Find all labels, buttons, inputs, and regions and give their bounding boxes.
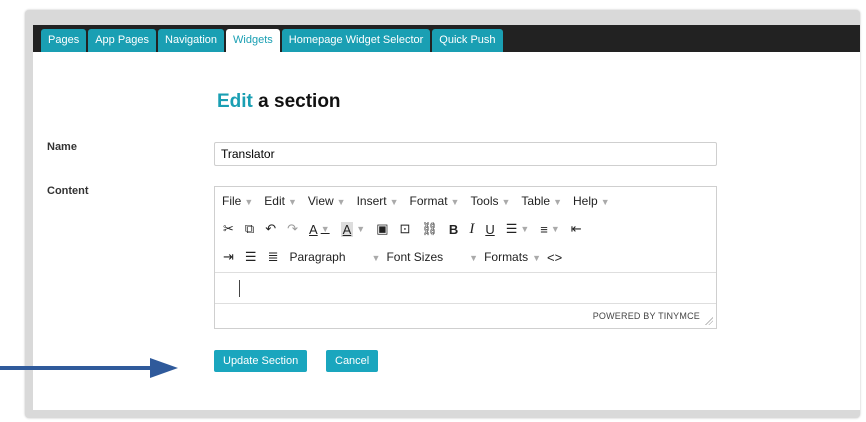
tab-navigation[interactable]: Navigation [158,29,225,52]
paragraph-select-label: Paragraph [289,250,346,264]
tab-quick-push[interactable]: Quick Push [432,29,503,52]
tab-app-pages[interactable]: App Pages [88,29,157,52]
editor-toolbar-row-1: ✂ ⧉ ↶ ↷ A ▼ A ▼ ▣ ⊡ ⛓ B I U ☰ ▼ ≡ ▼ ⇤ [215,215,716,243]
bullet-list-icon[interactable]: ☰ ▼ [506,221,530,237]
menu-format-label: Format [409,194,448,208]
menu-table[interactable]: Table ▼ [521,194,562,208]
menu-insert[interactable]: Insert ▼ [357,194,399,208]
formats-select-label: Formats [484,250,529,264]
font-sizes-select[interactable]: Font Sizes ▼ [386,250,478,264]
chevron-down-icon: ▼ [244,197,254,207]
italic-button[interactable]: I [469,221,474,238]
menu-tools-label: Tools [470,194,499,208]
bold-button[interactable]: B [449,222,458,237]
numbered-list-icon[interactable]: ≡ ▼ [540,222,560,237]
copy-icon[interactable]: ⧉ [245,221,254,237]
rich-text-editor: File ▼ Edit ▼ View ▼ Insert ▼ Format ▼ Tools ▼… [214,186,717,329]
editor-menubar: File ▼ Edit ▼ View ▼ Insert ▼ Format ▼ Tools ▼… [215,187,716,215]
name-input[interactable] [214,142,717,166]
menu-edit[interactable]: Edit ▼ [264,194,297,208]
tab-widgets[interactable]: Widgets [226,29,280,52]
text-cursor [239,280,240,297]
tab-list: Pages App Pages Navigation Widgets Homep… [41,29,503,52]
tab-homepage-widget-selector[interactable]: Homepage Widget Selector [281,29,431,52]
chevron-down-icon: ▼ [356,224,366,234]
chevron-down-icon: ▼ [336,197,346,207]
media-icon[interactable]: ▣ [376,221,388,237]
editor-toolbar-row-2: ⇥ ☰ ≣ Paragraph ▼ Font Sizes ▼ Formats ▼ <> [215,243,716,271]
page-title-accent: Edit [217,91,253,112]
text-color-icon[interactable]: A ▼ [309,222,330,237]
powered-by-label: POWERED BY TINYMCE [592,311,700,321]
font-sizes-select-label: Font Sizes [386,250,444,264]
chevron-down-icon: ▼ [600,197,610,207]
menu-insert-label: Insert [356,194,387,208]
align-left-icon[interactable]: ☰ [245,249,257,265]
menu-view-label: View [307,194,334,208]
name-label: Name [47,141,77,153]
content-label: Content [47,185,89,197]
chevron-down-icon: ▼ [389,197,399,207]
menu-edit-label: Edit [264,194,285,208]
menu-file[interactable]: File ▼ [222,194,253,208]
arrow-right-icon [0,358,178,378]
chevron-down-icon: ▼ [553,197,563,207]
undo-icon[interactable]: ↶ [265,221,276,237]
update-section-button[interactable]: Update Section [214,350,308,372]
page-title: Edit a section [217,91,341,113]
chevron-down-icon: ▼ [287,197,297,207]
resize-handle-icon[interactable] [705,317,713,325]
menu-help[interactable]: Help ▼ [573,194,610,208]
menu-file-label: File [222,194,242,208]
chevron-down-icon: ▼ [371,253,381,263]
outdent-icon[interactable]: ⇤ [571,221,582,237]
align-center-icon[interactable]: ≣ [268,249,279,265]
menu-table-label: Table [521,194,551,208]
cancel-button[interactable]: Cancel [326,350,379,372]
tab-pages[interactable]: Pages [41,29,87,52]
chevron-down-icon: ▼ [520,224,530,234]
redo-icon[interactable]: ↷ [287,221,298,237]
page-title-rest: a section [252,91,341,112]
chevron-down-icon: ▼ [469,253,479,263]
indent-icon[interactable]: ⇥ [223,249,234,265]
chevron-down-icon: ▼ [532,253,541,263]
chevron-down-icon: ▼ [450,197,460,207]
chevron-down-icon: ▼ [550,224,560,234]
paragraph-select[interactable]: Paragraph ▼ [289,250,380,264]
underline-button[interactable]: U [485,222,494,237]
menu-help-label: Help [573,194,598,208]
background-color-icon[interactable]: A ▼ [340,221,366,237]
chevron-down-icon: ▼ [501,197,511,207]
chevron-down-icon: ▼ [320,224,330,234]
menu-view[interactable]: View ▼ [308,194,346,208]
link-icon[interactable]: ⛓ [421,221,438,237]
image-icon[interactable]: ⊡ [400,221,411,237]
menu-tools[interactable]: Tools ▼ [470,194,510,208]
source-code-button[interactable]: <> [547,250,562,265]
cut-icon[interactable]: ✂ [223,221,234,237]
menu-format[interactable]: Format ▼ [410,194,460,208]
formats-select[interactable]: Formats ▼ [484,250,541,264]
editor-content-area[interactable] [215,272,716,304]
